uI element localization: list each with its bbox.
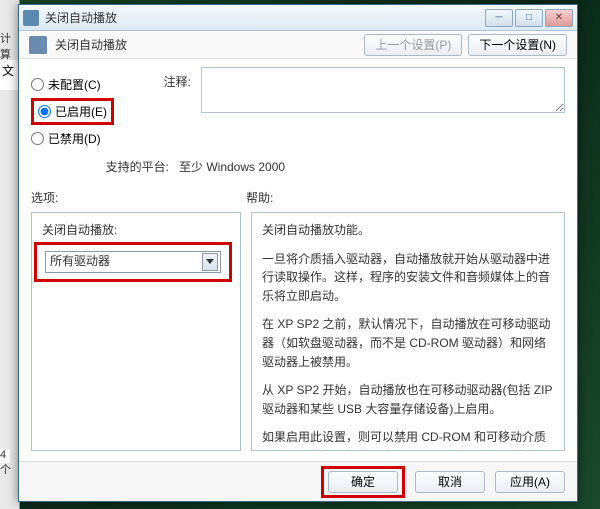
header-bar: 关闭自动播放 上一个设置(P) 下一个设置(N) [19, 31, 577, 59]
radio-not-configured-input[interactable] [31, 78, 44, 91]
maximize-button[interactable]: □ [515, 9, 543, 27]
window-icon [23, 10, 39, 26]
help-paragraph: 如果启用此设置，则可以禁用 CD-ROM 和可移动介质驱动器上的自动播放，也可以… [262, 428, 554, 451]
minimize-button[interactable]: ─ [485, 9, 513, 27]
option-group-label: 关闭自动播放: [42, 221, 230, 240]
radio-disabled[interactable]: 已禁用(D) [31, 130, 121, 147]
radio-enabled-label: 已启用(E) [55, 103, 107, 120]
dialog-footer: 确定 取消 应用(A) [19, 461, 577, 501]
notes-textarea[interactable] [201, 67, 565, 113]
highlight-dropdown: 所有驱动器 [34, 242, 232, 282]
apply-button[interactable]: 应用(A) [495, 471, 565, 493]
state-radio-group: 未配置(C) 已启用(E) 已禁用(D) [31, 67, 121, 152]
titlebar[interactable]: 关闭自动播放 ─ □ ✕ [19, 5, 577, 31]
policy-icon [29, 36, 47, 54]
highlight-enabled: 已启用(E) [31, 98, 114, 125]
close-button[interactable]: ✕ [545, 9, 573, 27]
dialog-window: 关闭自动播放 ─ □ ✕ 关闭自动播放 上一个设置(P) 下一个设置(N) 未配… [18, 4, 578, 502]
radio-disabled-label: 已禁用(D) [48, 130, 101, 147]
platform-label: 支持的平台: [31, 158, 179, 175]
header-title: 关闭自动播放 [55, 36, 127, 53]
highlight-ok: 确定 [321, 466, 405, 498]
help-paragraph: 从 XP SP2 开始，自动播放也在可移动驱动器(包括 ZIP 驱动器和某些 U… [262, 381, 554, 418]
radio-disabled-input[interactable] [31, 132, 44, 145]
help-heading: 帮助: [246, 189, 273, 206]
chevron-down-icon [206, 259, 214, 264]
background-window-fragment-2: 文 [0, 60, 18, 90]
window-title: 关闭自动播放 [45, 9, 483, 26]
help-paragraph: 关闭自动播放功能。 [262, 221, 554, 240]
dropdown-toggle-button[interactable] [202, 253, 218, 271]
options-heading: 选项: [31, 189, 246, 206]
help-panel[interactable]: 关闭自动播放功能。 一旦将介质插入驱动器，自动播放就开始从驱动器中进行读取操作。… [251, 212, 565, 451]
content-area: 未配置(C) 已启用(E) 已禁用(D) 注释: 支持的平台: 至少 Windo… [19, 59, 577, 461]
radio-enabled[interactable]: 已启用(E) [38, 103, 107, 120]
help-paragraph: 一旦将介质插入驱动器，自动播放就开始从驱动器中进行读取操作。这样，程序的安装文件… [262, 250, 554, 306]
radio-not-configured[interactable]: 未配置(C) [31, 76, 121, 93]
ok-button[interactable]: 确定 [328, 471, 398, 493]
next-setting-button[interactable]: 下一个设置(N) [468, 34, 567, 56]
autoplay-target-dropdown[interactable]: 所有驱动器 [45, 251, 221, 273]
platform-value: 至少 Windows 2000 [179, 158, 285, 175]
dropdown-selected-text: 所有驱动器 [50, 252, 202, 271]
radio-not-configured-label: 未配置(C) [48, 76, 101, 93]
cancel-button[interactable]: 取消 [415, 471, 485, 493]
notes-label: 注释: [131, 67, 191, 90]
options-panel: 关闭自动播放: 所有驱动器 [31, 212, 241, 451]
background-window-fragment-3: 4 个 [0, 449, 10, 463]
help-paragraph: 在 XP SP2 之前，默认情况下，自动播放在可移动驱动器（如软盘驱动器，而不是… [262, 315, 554, 371]
prev-setting-button[interactable]: 上一个设置(P) [364, 34, 462, 56]
radio-enabled-input[interactable] [38, 105, 51, 118]
